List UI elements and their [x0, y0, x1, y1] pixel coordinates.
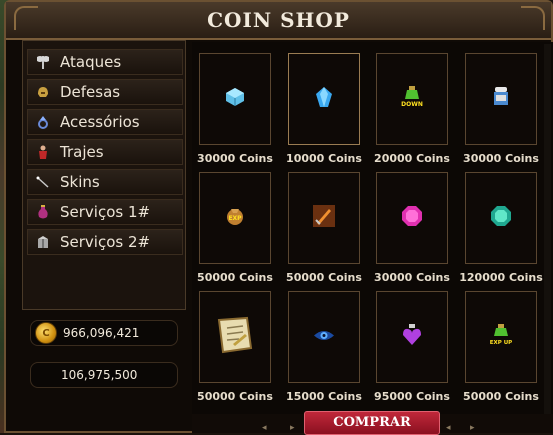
sidebar-item-trajes[interactable]: Trajes — [27, 139, 183, 165]
shop-item-slot[interactable] — [199, 53, 271, 145]
shop-item-slot[interactable] — [465, 53, 537, 145]
shop-item-slot[interactable] — [288, 291, 360, 383]
sidebar-item-label: Ataques — [60, 53, 122, 71]
svg-text:EXP UP: EXP UP — [490, 340, 512, 346]
item-price: 95000 Coins — [374, 390, 450, 403]
item-price: 50000 Coins — [197, 390, 273, 403]
page-prev-icon[interactable]: ◂ — [262, 423, 267, 433]
helmet-icon — [34, 83, 52, 101]
teal-gem-icon — [489, 204, 513, 232]
box-icon — [34, 233, 52, 251]
category-sidebar: Ataques Defesas Acessórios Trajes Skins … — [22, 40, 186, 310]
sidebar-item-label: Skins — [60, 173, 100, 191]
shop-item-slot[interactable] — [465, 172, 537, 264]
sidebar-item-servicos-1[interactable]: Serviços 1# — [27, 199, 183, 225]
item-price: 30000 Coins — [374, 271, 450, 284]
point-balance: 106,975,500 — [30, 362, 178, 388]
title-bar[interactable]: COIN SHOP — [6, 2, 551, 40]
window-title: COIN SHOP — [207, 8, 350, 32]
sidebar-item-label: Acessórios — [60, 113, 140, 131]
parchment-icon — [215, 314, 255, 360]
shop-item-slot[interactable] — [199, 291, 271, 383]
coin-balance: C 966,096,421 — [30, 320, 178, 346]
item-price: 120000 Coins — [459, 271, 543, 284]
sidebar-item-skins[interactable]: Skins — [27, 169, 183, 195]
exp-up-potion-icon: EXP UP — [488, 323, 514, 351]
item-price: 50000 Coins — [463, 390, 539, 403]
shop-item-slot[interactable]: EXP — [199, 172, 271, 264]
page-next-icon[interactable]: ▸ — [290, 423, 295, 433]
item-grid-scrollbar[interactable] — [544, 44, 551, 414]
coin-balance-value: 966,096,421 — [63, 326, 140, 340]
shop-item-slot[interactable] — [288, 53, 360, 145]
shop-item-slot[interactable]: DOWN — [376, 53, 448, 145]
sidebar-item-ataques[interactable]: Ataques — [27, 49, 183, 75]
item-price: 30000 Coins — [197, 152, 273, 165]
item-price: 30000 Coins — [463, 152, 539, 165]
item-price: 50000 Coins — [197, 271, 273, 284]
down-potion-icon: DOWN — [399, 85, 425, 113]
point-balance-value: 106,975,500 — [61, 368, 138, 382]
sidebar-item-label: Serviços 1# — [60, 203, 151, 221]
buy-button[interactable]: COMPRAR — [304, 411, 440, 435]
svg-text:EXP: EXP — [228, 215, 242, 222]
ring-icon — [34, 113, 52, 131]
sidebar-item-servicos-2[interactable]: Serviços 2# — [27, 229, 183, 255]
item-price: 20000 Coins — [374, 152, 450, 165]
eye-icon — [313, 328, 335, 347]
sidebar-item-label: Serviços 2# — [60, 233, 151, 251]
item-price: 10000 Coins — [286, 152, 362, 165]
shop-item-slot[interactable] — [288, 172, 360, 264]
sword-icon — [312, 204, 336, 232]
sidebar-item-label: Trajes — [60, 143, 104, 161]
sidebar-item-defesas[interactable]: Defesas — [27, 79, 183, 105]
blue-cube-gem-icon — [224, 86, 246, 112]
shop-item-slot[interactable] — [376, 172, 448, 264]
scroll-jar-icon — [490, 85, 512, 113]
exp-pouch-icon: EXP — [223, 205, 247, 231]
sidebar-item-acessorios[interactable]: Acessórios — [27, 109, 183, 135]
title-ornament-right — [521, 6, 545, 30]
svg-text:DOWN: DOWN — [401, 101, 423, 108]
shop-item-slot[interactable] — [376, 291, 448, 383]
gold-coin-icon: C — [35, 322, 57, 344]
wand-icon — [34, 173, 52, 191]
axe-icon — [34, 53, 52, 71]
potion-icon — [34, 203, 52, 221]
scroll-next-icon[interactable]: ▸ — [470, 423, 475, 433]
item-price: 50000 Coins — [286, 271, 362, 284]
blue-crystal-icon — [314, 86, 334, 112]
sidebar-item-label: Defesas — [60, 83, 121, 101]
pink-gem-icon — [400, 204, 424, 232]
costume-icon — [34, 143, 52, 161]
heart-potion-icon — [401, 323, 423, 351]
shop-item-slot[interactable]: EXP UP — [465, 291, 537, 383]
item-price: 15000 Coins — [286, 390, 362, 403]
scroll-prev-icon[interactable]: ◂ — [446, 423, 451, 433]
